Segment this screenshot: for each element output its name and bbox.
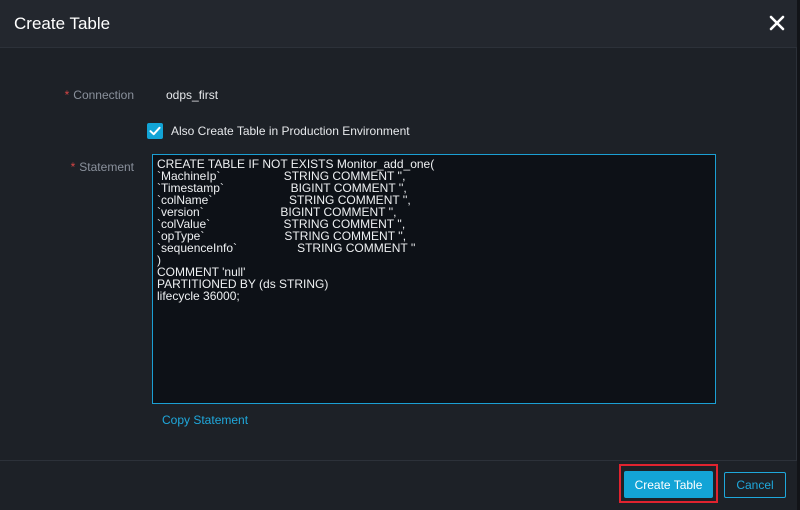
statement-label: * Statement <box>60 160 134 174</box>
dialog-title: Create Table <box>14 14 111 33</box>
copy-statement-link[interactable]: Copy Statement <box>162 413 248 427</box>
close-icon[interactable] <box>766 12 788 34</box>
statement-editor[interactable]: CREATE TABLE IF NOT EXISTS Monitor_add_o… <box>152 154 716 404</box>
checkmark-icon <box>149 126 161 136</box>
required-mark: * <box>70 160 76 174</box>
statement-label-text: Statement <box>79 160 134 174</box>
create-table-button[interactable]: Create Table <box>624 471 713 498</box>
connection-value: odps_first <box>166 88 219 102</box>
dialog-header: Create Table <box>0 0 797 48</box>
connection-label: * Connection <box>60 88 134 102</box>
production-environment-label[interactable]: Also Create Table in Production Environm… <box>171 124 410 138</box>
cancel-button[interactable]: Cancel <box>724 472 786 498</box>
create-table-dialog: Create Table * Connection odps_first Also… <box>0 0 797 510</box>
required-mark: * <box>64 88 70 102</box>
production-environment-checkbox[interactable] <box>147 123 163 139</box>
connection-label-text: Connection <box>73 88 134 102</box>
